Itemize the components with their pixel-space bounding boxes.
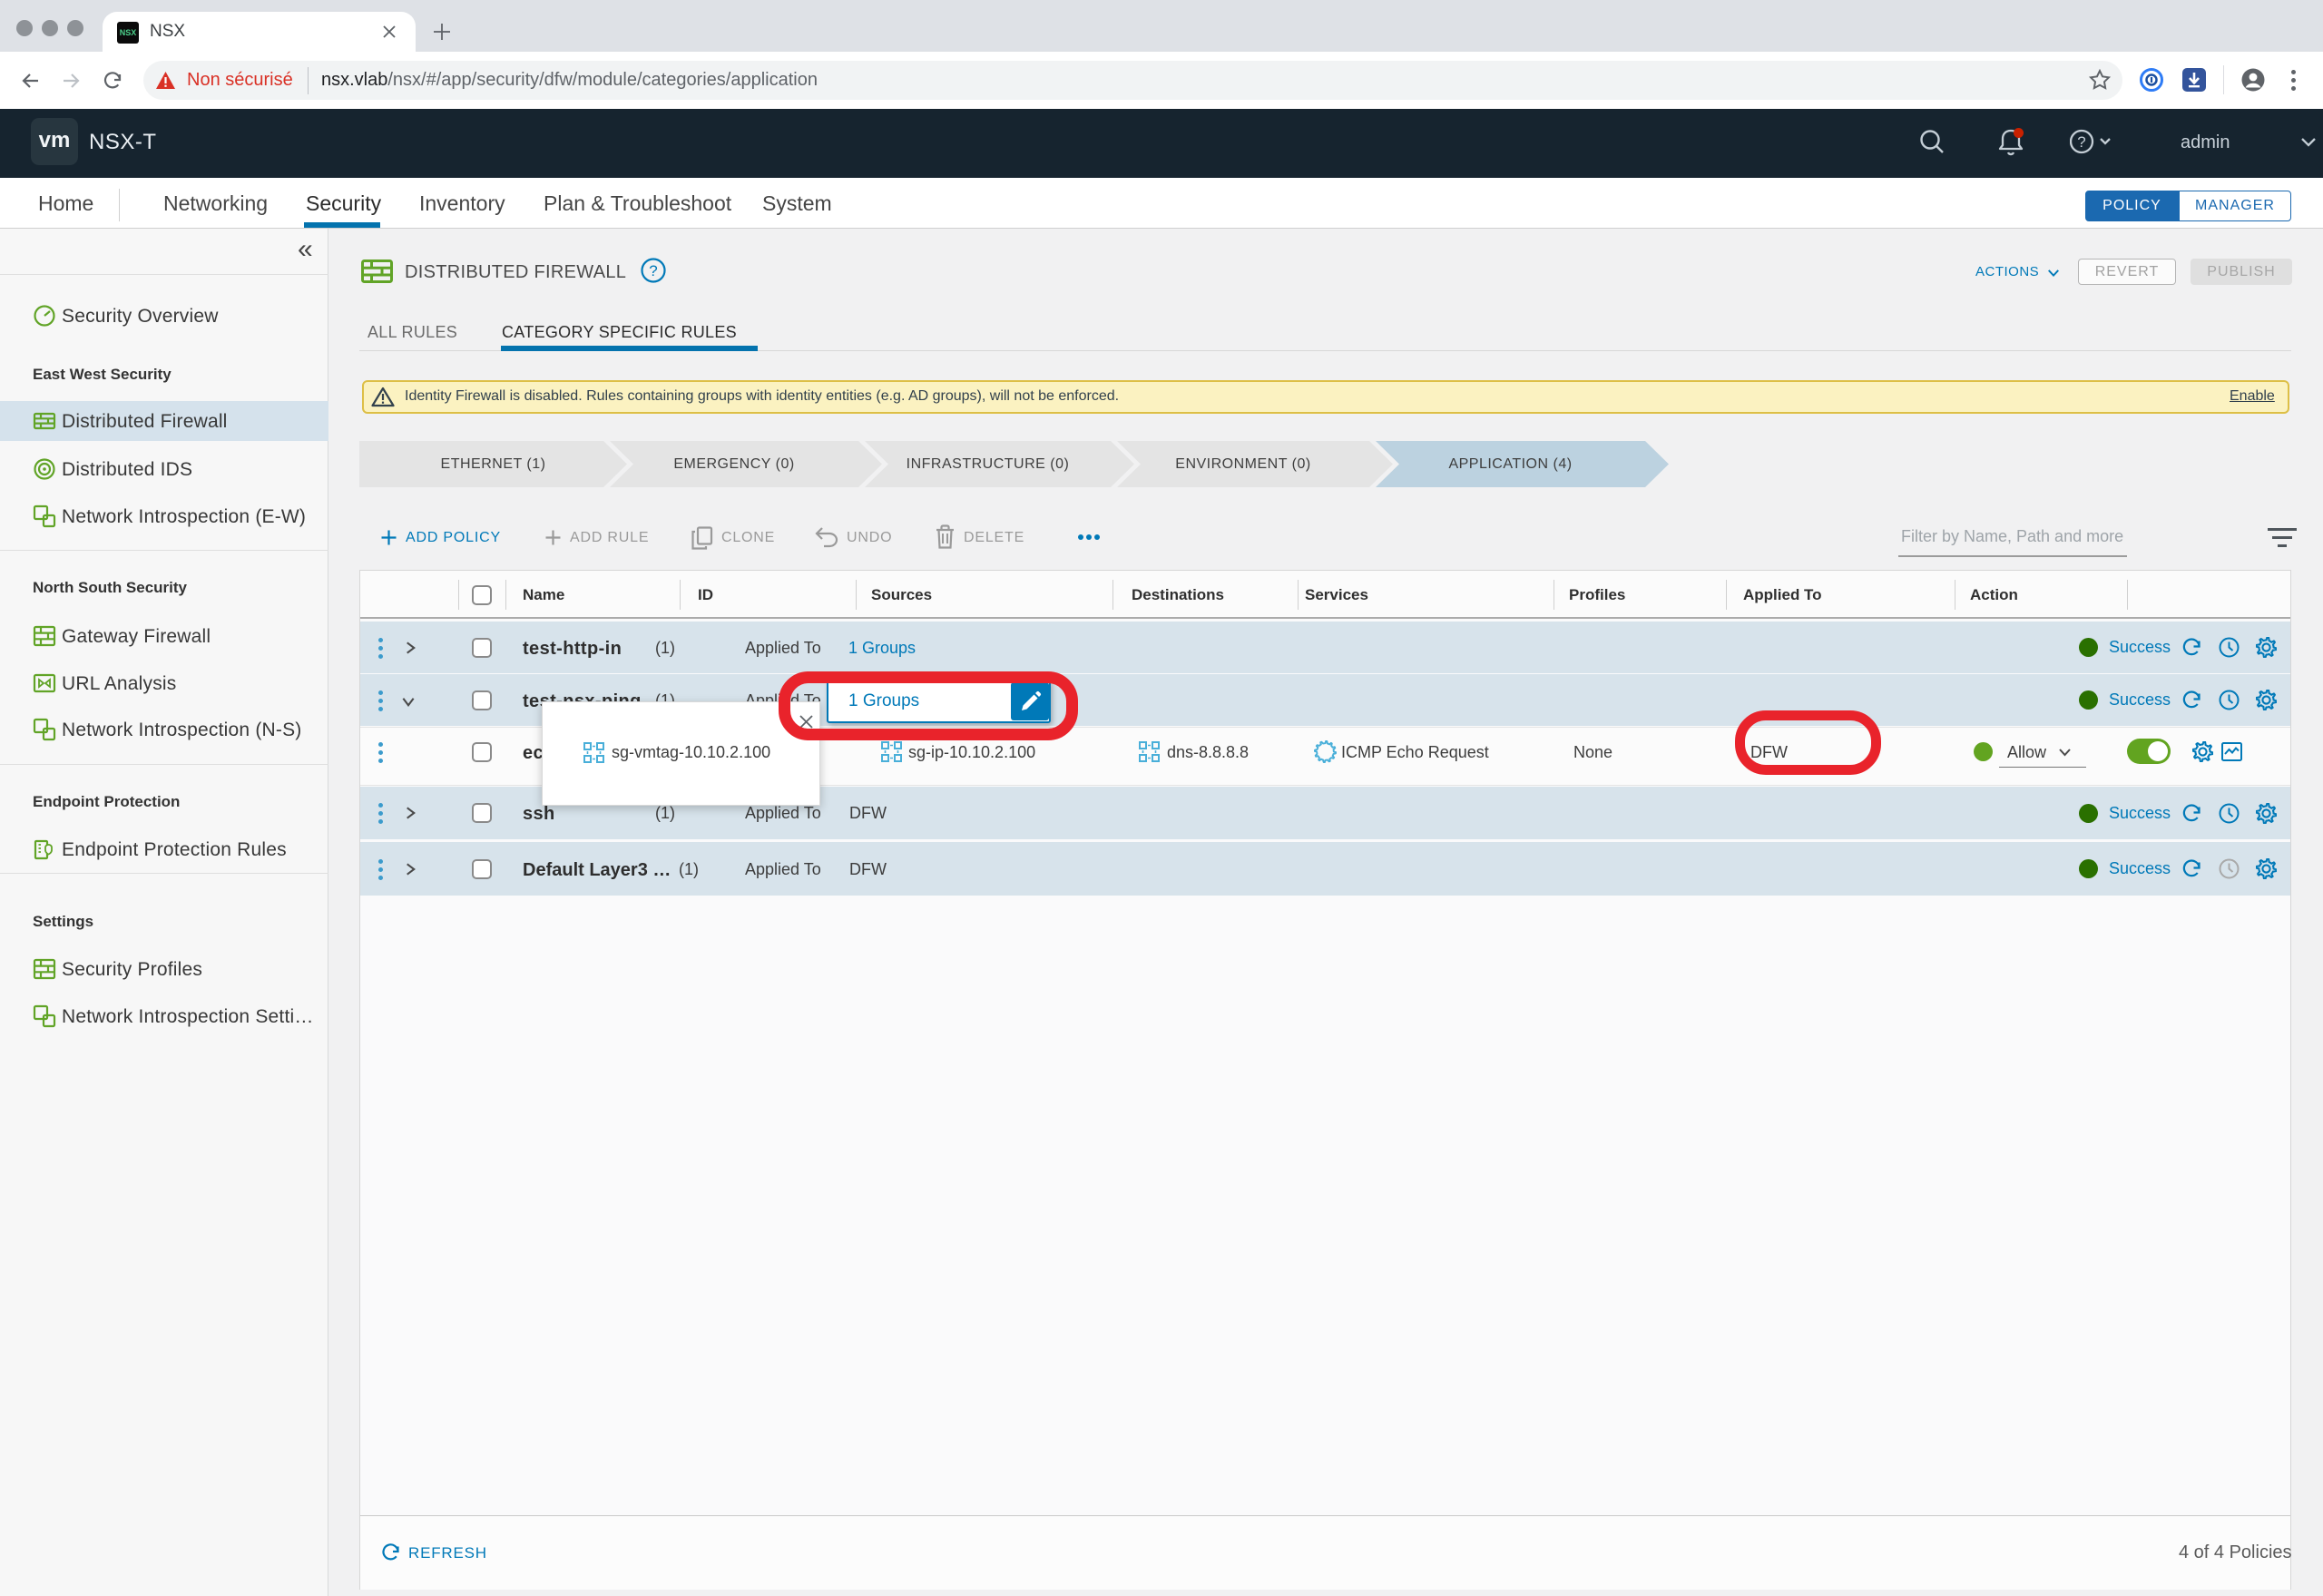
svg-text:?: ? bbox=[2077, 133, 2085, 151]
svg-text:?: ? bbox=[649, 262, 657, 279]
